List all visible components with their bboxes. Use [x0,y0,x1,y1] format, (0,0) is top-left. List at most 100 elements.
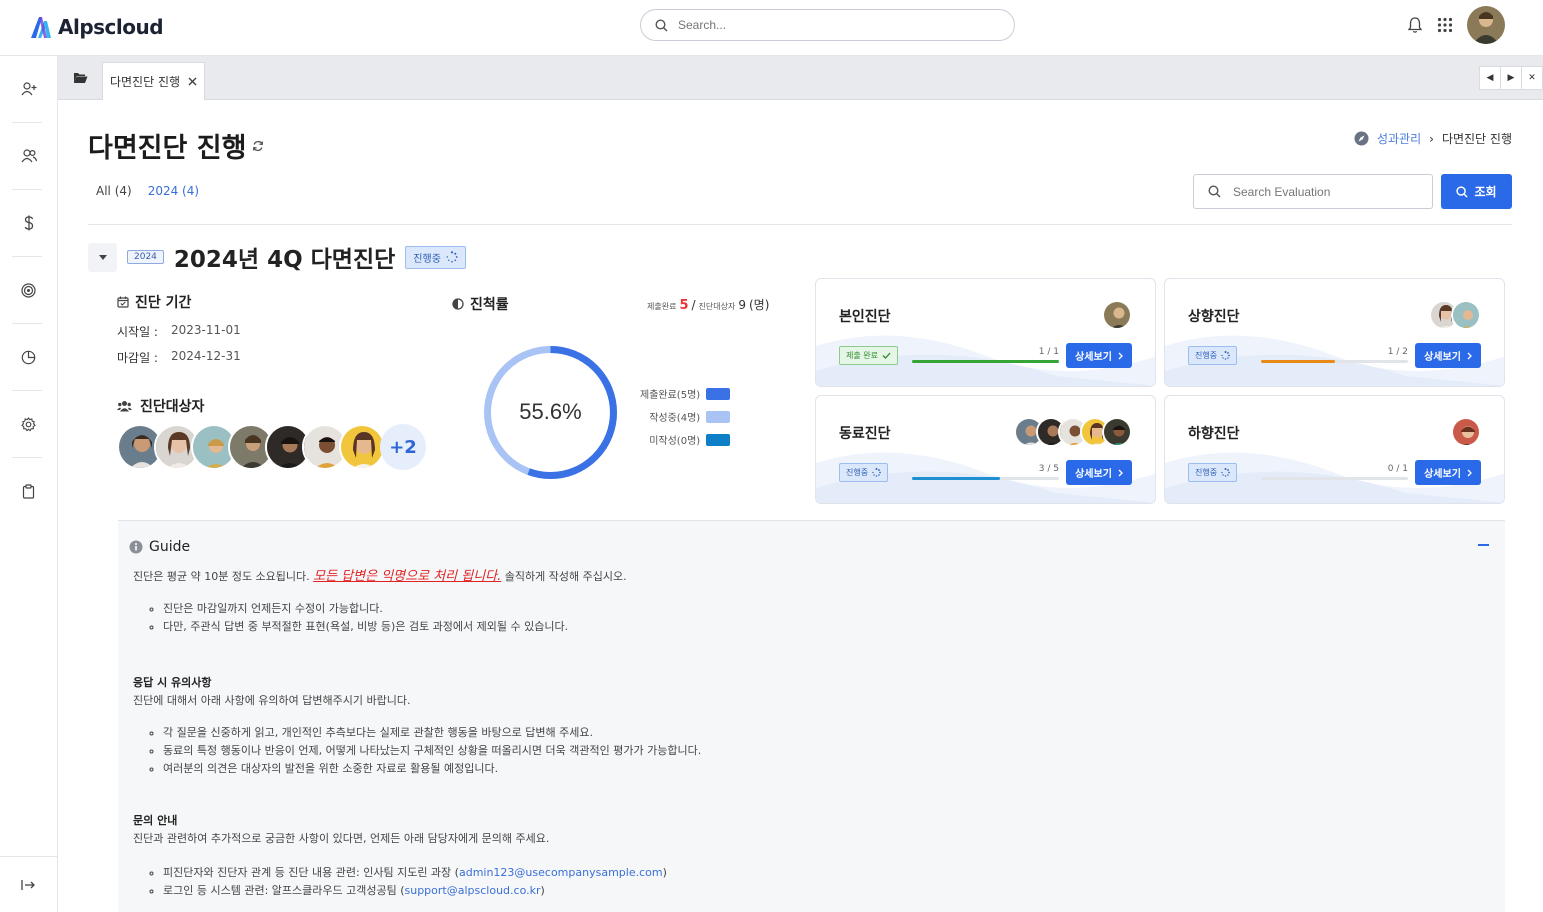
sidebar-item-payroll[interactable] [0,190,57,256]
card-progress-bar [912,360,1059,363]
filter-all[interactable]: All (4) [96,184,132,198]
card-self-evaluation: 본인진단 제출 완료 1 / 1 상세보기 [815,278,1156,387]
detail-button[interactable]: 상세보기 [1415,343,1481,368]
list-item: 각 질문을 신중하게 읽고, 개인적인 추측보다는 실제로 관찰한 행동을 바탕… [163,724,1473,742]
compass-icon [1354,131,1369,146]
avatar[interactable] [1102,417,1132,447]
section-collapse-button[interactable] [88,242,117,272]
sidebar-item-add-user[interactable] [0,56,57,122]
caret-left-icon: ◀ [1486,73,1494,83]
refresh-icon[interactable] [252,140,264,152]
global-search-input[interactable] [678,18,978,32]
contact-suffix: ) [540,884,545,897]
evaluation-period: 진단 기간 시작일 : 2023-11-01 마감일 : 2024-12-31 [117,292,241,366]
more-targets-badge[interactable]: +2 [380,424,426,470]
tab-next-button[interactable]: ▶ [1500,66,1522,90]
donut-percent: 55.6% [519,399,581,424]
check-icon [882,352,891,359]
card-progress-bar [1261,477,1408,480]
card-ratio: 1 / 2 [1387,347,1408,357]
targets-title: 진단대상자 [140,399,205,415]
search-icon [1208,185,1221,198]
detail-button[interactable]: 상세보기 [1415,460,1481,485]
breadcrumb-parent[interactable]: 성과관리 [1377,130,1421,147]
half-circle-icon [452,298,464,310]
tab-close-all-button[interactable]: ✕ [1521,66,1543,90]
tab-folder-button[interactable] [58,56,102,100]
legend-label: 제출완료(5명) [640,390,701,401]
sidebar-item-settings[interactable] [0,391,57,457]
section-title: 2024년 4Q 다면진단 [173,247,396,273]
progress-count: 제출완료 5 / 진단대상자 9 (명) [647,296,769,313]
evaluation-search-input[interactable] [1233,184,1423,199]
contact-prefix: 피진단자와 진단자 관계 등 진단 내용 관련: 인사팀 지도린 과장 ( [163,866,459,879]
alpscloud-logo-icon [31,17,51,38]
guide-header: Guide [129,539,190,555]
card-title: 상향진단 [1188,309,1240,325]
sidebar-item-documents[interactable] [0,458,57,524]
chevron-right-icon [1118,469,1123,476]
legend-item: 미작성(0명) [640,428,731,451]
chevron-right-icon [1467,352,1472,359]
sidebar-item-reports[interactable] [0,324,57,390]
caret-down-icon [98,254,107,260]
target-label: 진단대상자 [698,302,736,311]
contact-suffix: ) [662,866,667,879]
detail-button[interactable]: 상세보기 [1066,343,1132,368]
end-date-label: 마감일 : [117,351,158,365]
close-icon[interactable] [188,77,197,86]
sidebar-item-goals[interactable] [0,257,57,323]
folder-open-icon [73,73,87,83]
list-item: 진단은 마감일까지 언제든지 수정이 가능합니다. [163,600,1473,618]
avatar[interactable] [1451,300,1481,330]
guide-intro-text: 진단은 평균 약 10분 정도 소요됩니다. [133,570,310,583]
status-badge: 진행중 [839,463,889,482]
detail-button[interactable]: 상세보기 [1066,460,1132,485]
user-avatar[interactable] [1467,6,1505,44]
card-downward-evaluation: 하향진단 진행중 0 / 1 상세보기 [1164,395,1505,504]
app-logo[interactable]: Alpscloud [28,12,164,42]
dollar-icon [24,215,33,231]
calendar-check-icon [117,296,129,308]
avatar[interactable] [1451,417,1481,447]
filter-2024[interactable]: 2024 (4) [148,184,199,198]
evaluation-search[interactable] [1193,174,1433,209]
detail-button-label: 상세보기 [1075,469,1112,480]
card-peer-evaluation: 동료진단 진행중 3 / 5 상세보기 [815,395,1156,504]
sidebar-item-users[interactable] [0,123,57,189]
user-plus-icon [21,82,36,96]
progress-header: 진척률 [452,294,509,314]
sidebar-collapse[interactable] [0,856,57,912]
contact-email-link[interactable]: support@alpscloud.co.kr [405,884,541,897]
bell-icon[interactable] [1407,16,1423,34]
tab-multi-evaluation[interactable]: 다면진단 진행 [102,62,205,100]
status-badge-label: 진행중 [846,468,869,477]
list-item: 피진단자와 진단자 관계 등 진단 내용 관련: 인사팀 지도린 과장 (adm… [163,864,1473,882]
global-search[interactable] [640,9,1015,41]
tab-label: 다면진단 진행 [109,75,181,89]
guide-collapse-button[interactable] [1478,544,1489,546]
tab-prev-button[interactable]: ◀ [1479,66,1501,90]
legend-label: 미작성(0명) [649,436,701,447]
search-button[interactable]: 조회 [1441,174,1512,209]
avatar[interactable] [1102,300,1132,330]
guide-panel: Guide 진단은 평균 약 10분 정도 소요됩니다. 모든 답변은 익명으로… [118,520,1505,912]
avatar[interactable] [339,424,385,470]
search-icon [1456,185,1469,198]
done-value: 5 [679,298,689,313]
apps-grid-icon[interactable] [1437,17,1453,33]
list-item: 여러분의 의견은 대상자의 발전을 위한 소중한 자료로 활용될 예정입니다. [163,760,1473,778]
year-filter: All (4) 2024 (4) [96,184,199,198]
end-date-value: 2024-12-31 [171,349,241,363]
progress-legend: 제출완료(5명) 작성중(4명) 미작성(0명) [640,382,731,451]
card-title: 하향진단 [1188,426,1240,442]
done-label: 제출완료 [647,302,677,311]
year-badge: 2024 [127,250,164,264]
card-title: 동료진단 [839,426,891,442]
notice-text: 진단에 대해서 아래 사항에 유의하여 답변해주시기 바랍니다. [133,694,411,707]
clipboard-icon [22,483,35,499]
detail-button-label: 상세보기 [1424,469,1461,480]
pie-chart-icon [21,350,36,364]
evaluation-targets: 진단대상자 +2 [117,396,426,470]
contact-email-link[interactable]: admin123@usecompanysample.com [459,866,663,879]
